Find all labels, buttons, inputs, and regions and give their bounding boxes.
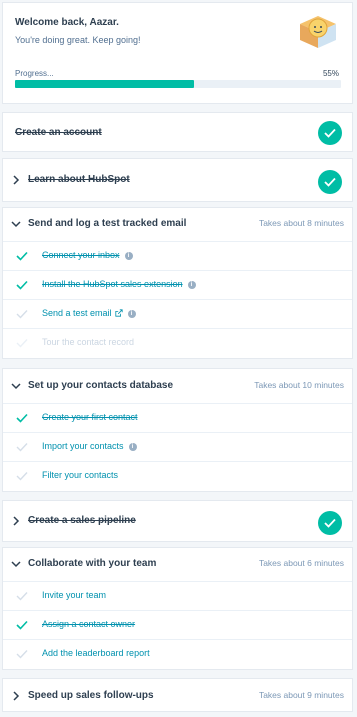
check-icon (16, 620, 28, 630)
completed-check-icon (318, 511, 342, 535)
section-title: Learn about HubSpot (28, 174, 130, 185)
external-link-icon (114, 309, 123, 317)
section-test-email: Send and log a test tracked email Takes … (2, 207, 353, 359)
task-link[interactable]: Create your first contact (42, 412, 138, 422)
welcome-title: Welcome back, Aazar. (15, 17, 119, 28)
task-link[interactable]: Install the HubSpot sales extension i (42, 279, 196, 289)
completed-check-icon (318, 121, 342, 145)
check-icon (16, 280, 28, 290)
task-row[interactable]: Install the HubSpot sales extension i (3, 270, 352, 300)
check-icon (16, 650, 28, 659)
task-row[interactable]: Assign a contact owner (3, 610, 352, 640)
task-row[interactable]: Create your first contact (3, 403, 352, 433)
progress-card: Welcome back, Aazar. You're doing great.… (2, 2, 353, 104)
progress-bar-fill (15, 80, 195, 88)
task-link[interactable]: Invite your team (42, 590, 106, 600)
chevron-down-icon[interactable] (11, 559, 21, 569)
task-link[interactable]: Import your contacts i (42, 441, 137, 451)
check-icon (16, 310, 28, 319)
time-estimate: Takes about 8 minutes (258, 218, 344, 228)
task-link[interactable]: Filter your contacts (42, 470, 118, 480)
chevron-right-icon (13, 175, 20, 185)
section-title[interactable]: Send and log a test tracked email (28, 218, 186, 229)
task-link[interactable]: Send a test email i (42, 308, 136, 318)
chevron-down-icon[interactable] (11, 381, 21, 391)
check-icon (16, 592, 28, 601)
task-row[interactable]: Send a test email i (3, 299, 352, 329)
section-title: Create an account (15, 127, 102, 138)
check-icon (16, 251, 28, 261)
task-row[interactable]: Import your contacts i (3, 432, 352, 462)
chevron-down-icon[interactable] (11, 219, 21, 229)
section-create-account[interactable]: Create an account (2, 112, 353, 152)
section-title[interactable]: Set up your contacts database (28, 380, 173, 391)
progress-value: 55% (322, 69, 339, 78)
progress-bar (15, 80, 341, 88)
chevron-right-icon (13, 691, 20, 701)
section-collaborate-team: Collaborate with your team Takes about 6… (2, 547, 353, 670)
section-title: Speed up sales follow-ups (28, 690, 154, 701)
section-sales-pipeline[interactable]: Create a sales pipeline (2, 500, 353, 542)
task-row[interactable]: Invite your team (3, 581, 352, 611)
progress-label: Progress... (15, 69, 54, 78)
info-icon[interactable]: i (128, 443, 137, 451)
check-icon (16, 339, 28, 348)
section-contacts-database: Set up your contacts database Takes abou… (2, 368, 353, 492)
section-title[interactable]: Collaborate with your team (28, 558, 156, 569)
section-learn-hubspot[interactable]: Learn about HubSpot (2, 158, 353, 202)
task-row[interactable]: Filter your contacts (3, 461, 352, 491)
check-icon (16, 413, 28, 423)
info-icon[interactable]: i (124, 252, 133, 260)
welcome-subtitle: You're doing great. Keep going! (15, 35, 141, 45)
task-row[interactable]: Connect your inbox i (3, 241, 352, 271)
task-link[interactable]: Add the leaderboard report (42, 648, 150, 658)
info-icon[interactable]: i (187, 281, 196, 289)
task-link[interactable]: Connect your inbox i (42, 250, 133, 260)
task-link[interactable]: Assign a contact owner (42, 619, 135, 629)
info-icon[interactable]: i (127, 310, 136, 318)
chevron-right-icon (13, 516, 20, 526)
badge-icon (300, 16, 336, 48)
task-row: Tour the contact record (3, 328, 352, 358)
completed-check-icon (318, 170, 342, 194)
task-row[interactable]: Add the leaderboard report (3, 639, 352, 669)
time-estimate: Takes about 10 minutes (254, 380, 344, 390)
check-icon (16, 472, 28, 481)
time-estimate: Takes about 9 minutes (258, 690, 344, 700)
check-icon (16, 443, 28, 452)
section-title: Create a sales pipeline (28, 515, 136, 526)
task-link: Tour the contact record (42, 337, 135, 347)
section-speed-up-followups[interactable]: Speed up sales follow-ups Takes about 9 … (2, 678, 353, 712)
time-estimate: Takes about 6 minutes (258, 558, 344, 568)
